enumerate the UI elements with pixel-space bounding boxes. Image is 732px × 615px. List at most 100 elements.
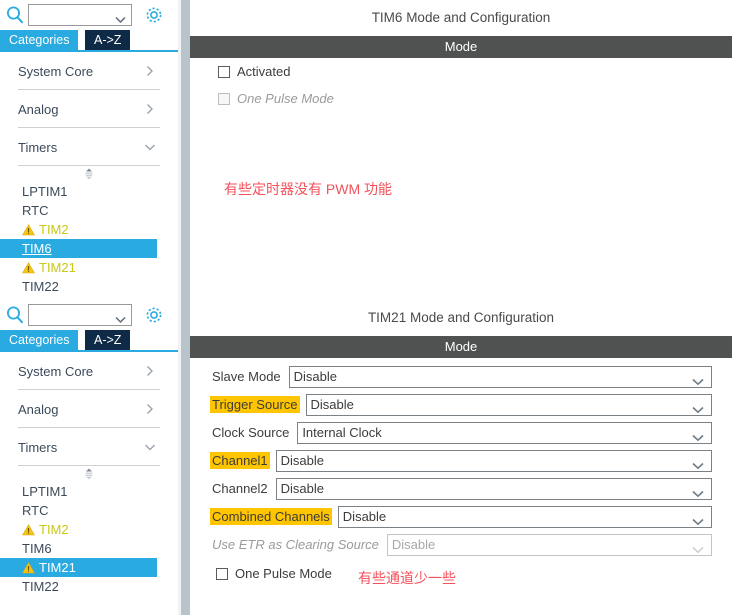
category-timers[interactable]: Timers bbox=[0, 428, 178, 466]
warning-icon bbox=[22, 261, 35, 274]
tree-item-lptim1[interactable]: LPTIM1 bbox=[0, 182, 178, 201]
clock-source-select[interactable]: Internal Clock bbox=[297, 421, 712, 444]
category-label: System Core bbox=[18, 363, 94, 379]
checkbox-activated[interactable]: Activated bbox=[190, 58, 732, 85]
search-input[interactable] bbox=[28, 4, 132, 26]
gear-icon[interactable] bbox=[144, 5, 164, 25]
panel-splitter[interactable] bbox=[178, 300, 190, 615]
chevron-down-icon[interactable] bbox=[115, 311, 126, 324]
chevron-right-icon bbox=[144, 365, 156, 377]
tree-item-label: RTC bbox=[22, 203, 49, 218]
tree-item-tim21[interactable]: TIM21 bbox=[0, 558, 157, 577]
select-value: Disable bbox=[310, 397, 354, 412]
tree-scroll-spinner[interactable] bbox=[0, 166, 178, 182]
category-label: Timers bbox=[18, 439, 58, 455]
tree-item-label: RTC bbox=[22, 503, 49, 518]
chevron-down-icon bbox=[144, 441, 156, 453]
gear-icon[interactable] bbox=[144, 305, 164, 325]
setting-label: Trigger Source bbox=[210, 396, 300, 413]
timers-tree-tim21: LPTIM1 RTC TIM2 TIM6 TIM21 TIM22 bbox=[0, 482, 178, 596]
tree-item-tim21[interactable]: TIM21 bbox=[0, 258, 178, 277]
panel-splitter[interactable] bbox=[178, 0, 190, 307]
tree-item-label: TIM2 bbox=[39, 522, 69, 537]
setting-use-etr-as-clearing-source: Use ETR as Clearing Source Disable bbox=[190, 532, 732, 557]
category-analog[interactable]: Analog bbox=[0, 390, 178, 428]
annotation-channels-note: 有些通道少一些 bbox=[358, 570, 456, 586]
search-icon[interactable] bbox=[4, 4, 26, 26]
search-row bbox=[0, 300, 178, 330]
checkbox-box bbox=[218, 92, 230, 105]
select-value: Disable bbox=[280, 453, 325, 468]
chevron-down-icon bbox=[144, 141, 156, 153]
panel-tim6: Categories A->Z System Core Analog Timer… bbox=[0, 0, 732, 307]
section-header-mode: Mode bbox=[190, 36, 732, 58]
select-value: Disable bbox=[391, 537, 436, 552]
category-analog[interactable]: Analog bbox=[0, 90, 178, 128]
tree-item-label: LPTIM1 bbox=[22, 484, 68, 499]
category-label: Timers bbox=[18, 139, 58, 155]
chevron-right-icon bbox=[144, 403, 156, 415]
category-system-core[interactable]: System Core bbox=[0, 352, 178, 390]
channel1-select[interactable]: Disable bbox=[275, 449, 712, 472]
chevron-down-icon bbox=[692, 514, 704, 525]
warning-icon bbox=[22, 223, 35, 236]
tab-categories[interactable]: Categories bbox=[0, 30, 79, 50]
tree-item-tim22[interactable]: TIM22 bbox=[0, 577, 178, 596]
chevron-down-icon[interactable] bbox=[115, 11, 126, 24]
tree-item-tim2[interactable]: TIM2 bbox=[0, 520, 178, 539]
setting-label: Slave Mode bbox=[212, 369, 281, 384]
setting-channel1: Channel1 Disable bbox=[190, 448, 732, 473]
tree-item-tim2[interactable]: TIM2 bbox=[0, 220, 178, 239]
slave-mode-select[interactable]: Disable bbox=[288, 365, 712, 388]
setting-slave-mode: Slave Mode Disable bbox=[190, 364, 732, 389]
checkbox-one-pulse-mode: One Pulse Mode bbox=[190, 85, 732, 112]
select-value: Disable bbox=[342, 509, 387, 524]
setting-label: Channel2 bbox=[212, 481, 268, 496]
tab-categories[interactable]: Categories bbox=[0, 330, 79, 350]
setting-label: Combined Channels bbox=[210, 508, 332, 525]
category-list: System Core Analog Timers bbox=[0, 352, 178, 466]
tree-item-label: TIM21 bbox=[39, 260, 76, 275]
setting-combined-channels: Combined Channels Disable bbox=[190, 504, 732, 529]
tree-item-rtc[interactable]: RTC bbox=[0, 201, 178, 220]
checkbox-label: One Pulse Mode bbox=[235, 566, 332, 581]
tab-a-to-z[interactable]: A->Z bbox=[85, 330, 131, 350]
tab-a-to-z[interactable]: A->Z bbox=[85, 30, 131, 50]
chevron-down-icon bbox=[692, 402, 704, 413]
tree-item-label: TIM21 bbox=[39, 560, 76, 575]
tree-item-tim22[interactable]: TIM22 bbox=[0, 277, 178, 296]
warning-icon bbox=[22, 561, 35, 574]
tree-item-label: LPTIM1 bbox=[22, 184, 68, 199]
tree-item-label: TIM22 bbox=[22, 279, 59, 294]
checkbox-box[interactable] bbox=[218, 65, 230, 78]
trigger-source-select[interactable]: Disable bbox=[305, 393, 712, 416]
use-etr-clearing-source-select: Disable bbox=[386, 533, 712, 556]
tree-item-tim6[interactable]: TIM6 bbox=[0, 539, 178, 558]
chevron-down-icon bbox=[692, 430, 704, 441]
setting-channel2: Channel2 Disable bbox=[190, 476, 732, 501]
select-value: Internal Clock bbox=[302, 425, 382, 440]
search-icon[interactable] bbox=[4, 304, 26, 326]
search-row bbox=[0, 0, 178, 30]
tree-item-tim6[interactable]: TIM6 bbox=[0, 239, 157, 258]
category-system-core[interactable]: System Core bbox=[0, 52, 178, 90]
content-tim6: TIM6 Mode and Configuration Mode Activat… bbox=[190, 0, 732, 307]
combined-channels-select[interactable]: Disable bbox=[337, 505, 712, 528]
chevron-right-icon bbox=[144, 103, 156, 115]
setting-trigger-source: Trigger Source Disable bbox=[190, 392, 732, 417]
tree-item-lptim1[interactable]: LPTIM1 bbox=[0, 482, 178, 501]
tree-item-label: TIM6 bbox=[22, 241, 52, 256]
channel2-select[interactable]: Disable bbox=[275, 477, 712, 500]
tree-item-rtc[interactable]: RTC bbox=[0, 501, 178, 520]
category-timers[interactable]: Timers bbox=[0, 128, 178, 166]
checkbox-box[interactable] bbox=[216, 567, 228, 580]
checkbox-one-pulse-mode[interactable]: One Pulse Mode bbox=[190, 560, 732, 587]
sidebar-tim21: Categories A->Z System Core Analog Timer… bbox=[0, 300, 178, 615]
stm32cubemx-screenshot: Categories A->Z System Core Analog Timer… bbox=[0, 0, 732, 615]
search-input[interactable] bbox=[28, 304, 132, 326]
chevron-right-icon bbox=[144, 65, 156, 77]
divider bbox=[18, 465, 160, 466]
setting-label: Use ETR as Clearing Source bbox=[212, 537, 379, 552]
sidebar-tabs: Categories A->Z bbox=[0, 30, 178, 53]
tree-scroll-spinner[interactable] bbox=[0, 466, 178, 482]
